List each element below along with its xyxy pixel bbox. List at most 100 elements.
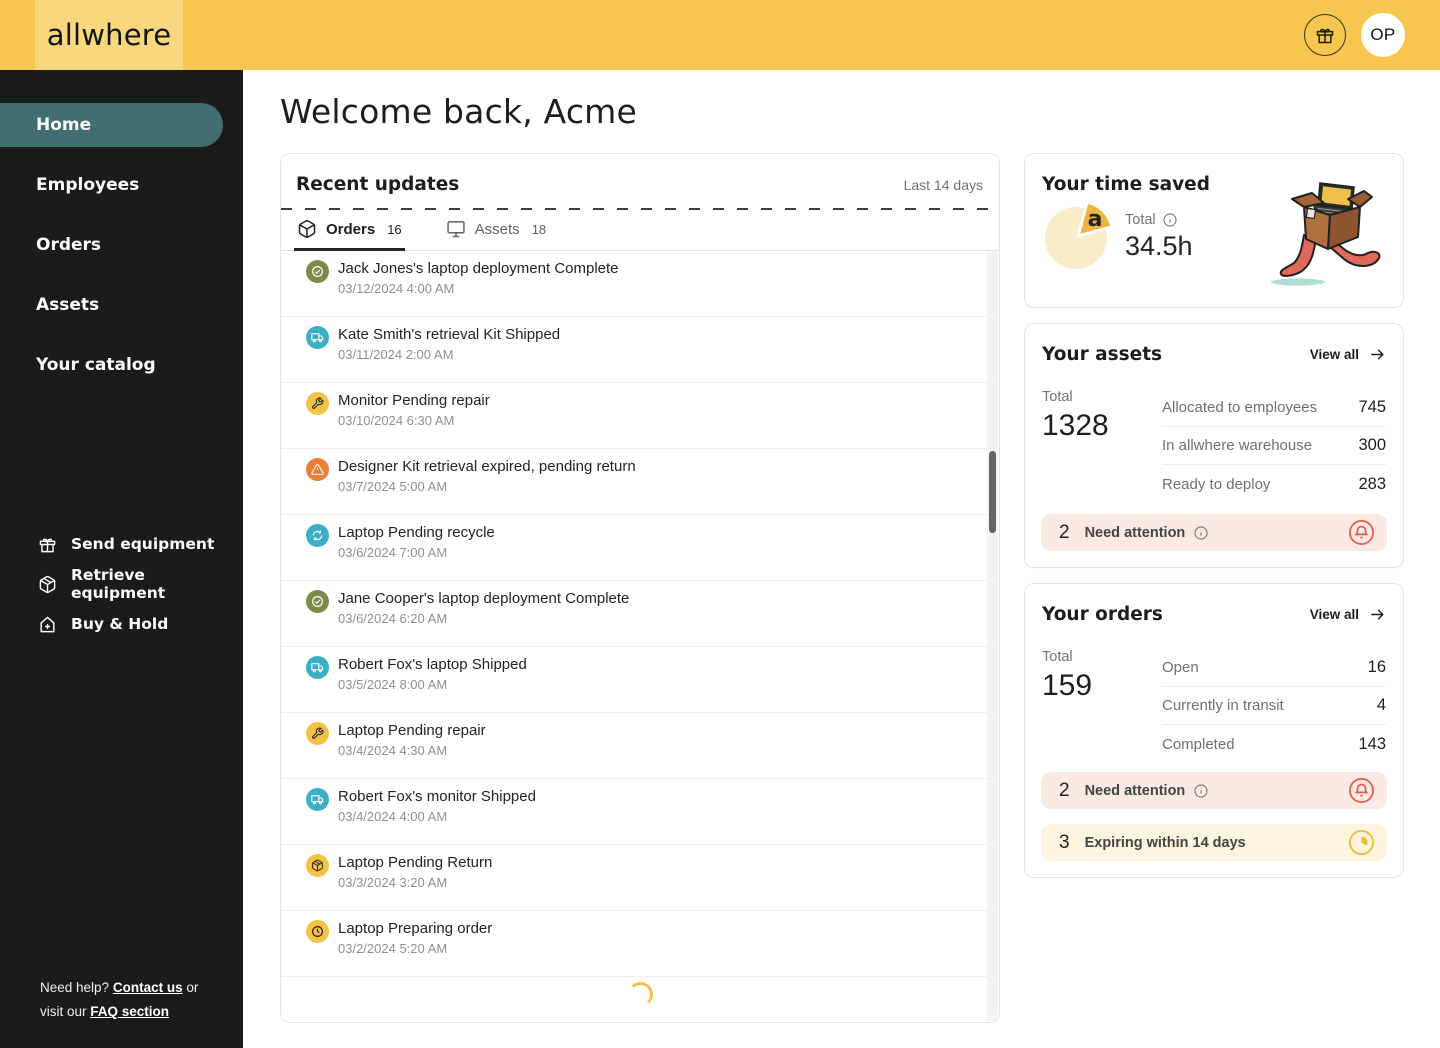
your-orders-card: Your orders View all Total 159 Open 16 C…: [1024, 583, 1404, 878]
check-circle-icon: [306, 590, 329, 613]
recycle-icon: [306, 524, 329, 547]
chevron-right-icon: [191, 238, 206, 253]
sidebar-item-label: Orders: [36, 235, 102, 255]
sidebar-action-send-equipment[interactable]: Send equipment: [0, 524, 243, 564]
action-label: Retrieve equipment: [71, 566, 166, 602]
sidebar-item-home[interactable]: Home: [0, 103, 223, 147]
update-title: Robert Fox's laptop Shipped: [338, 656, 527, 673]
update-list-item[interactable]: Robert Fox's laptop Shipped 03/5/2024 8:…: [281, 647, 999, 713]
sidebar-item-employees[interactable]: Employees: [0, 163, 243, 207]
cube-icon: [297, 219, 317, 239]
update-title: Laptop Pending repair: [338, 722, 486, 739]
alert-count: 2: [1059, 521, 1070, 543]
update-list-item[interactable]: Laptop Pending repair 03/4/2024 4:30 AM: [281, 713, 999, 779]
update-timestamp: 03/6/2024 6:20 AM: [338, 611, 448, 626]
updates-scrollbar-track[interactable]: [987, 251, 998, 1021]
update-timestamp: 03/4/2024 4:30 AM: [338, 743, 448, 758]
tab-assets[interactable]: Assets 18: [443, 208, 549, 250]
clock-icon: [306, 920, 329, 943]
stat-value: 4: [1376, 696, 1386, 714]
action-label: Buy & Hold: [71, 615, 169, 633]
sidebar-item-label: Your catalog: [36, 355, 156, 375]
update-timestamp: 03/3/2024 3:20 AM: [338, 875, 448, 890]
sidebar-item-your-catalog[interactable]: Your catalog: [0, 343, 243, 387]
contact-us-link[interactable]: Contact us: [113, 980, 183, 995]
stat-value: 745: [1358, 398, 1386, 416]
update-list-item[interactable]: Jack Jones's laptop deployment Complete …: [281, 251, 999, 317]
tab-count: 16: [387, 221, 402, 237]
stat-label: Completed: [1162, 735, 1235, 753]
package-icon: [306, 854, 329, 877]
monitor-icon: [446, 219, 466, 239]
updates-list: Jack Jones's laptop deployment Complete …: [281, 251, 999, 1022]
brand-logo[interactable]: allwhere: [35, 0, 183, 70]
recent-updates-title: Recent updates: [296, 174, 460, 195]
stat-label: Ready to deploy: [1162, 475, 1271, 493]
sidebar-item-label: Home: [36, 115, 92, 135]
total-label: Total: [1042, 649, 1073, 665]
card-title: Your orders: [1042, 604, 1163, 625]
update-list-item[interactable]: Kate Smith's retrieval Kit Shipped 03/11…: [281, 317, 999, 383]
page-title: Welcome back, Acme: [280, 92, 638, 131]
alert-label-text: Expiring within 14 days: [1084, 834, 1246, 851]
arrow-right-icon: [1369, 346, 1386, 363]
running-box-illustration: [1271, 182, 1381, 286]
info-icon[interactable]: [1162, 212, 1178, 228]
info-icon[interactable]: [1193, 525, 1209, 541]
home-plus-icon: [38, 615, 57, 634]
update-list-item[interactable]: Laptop Preparing order 03/2/2024 5:20 AM: [281, 911, 999, 977]
date-range-label: Last 14 days: [903, 176, 983, 193]
time-saved-title: Your time saved: [1042, 174, 1210, 195]
total-label: Total: [1042, 389, 1073, 405]
bell-icon: [1348, 519, 1375, 546]
stat-row: Currently in transit 4: [1162, 687, 1386, 725]
update-list-item[interactable]: Laptop Pending recycle 03/6/2024 7:00 AM: [281, 515, 999, 581]
updates-scrollbar-thumb[interactable]: [989, 451, 996, 533]
stat-row: Completed 143: [1162, 725, 1386, 763]
alert-pill-need-attention[interactable]: 2 Need attention: [1041, 514, 1387, 551]
alert-label-text: Need attention: [1084, 782, 1186, 799]
card-title: Your assets: [1042, 344, 1163, 365]
update-list-item[interactable]: Designer Kit retrieval expired, pending …: [281, 449, 999, 515]
view-all-label: View all: [1309, 347, 1359, 362]
view-all-link[interactable]: View all: [1310, 346, 1386, 363]
stat-row: Open 16: [1162, 649, 1386, 687]
sidebar-item-orders[interactable]: Orders: [0, 223, 243, 267]
sidebar-action-retrieve-equipment[interactable]: Retrieve equipment: [0, 564, 243, 604]
alert-pill-need-attention[interactable]: 2 Need attention: [1041, 772, 1387, 809]
view-all-label: View all: [1309, 607, 1359, 622]
alert-triangle-icon: [306, 458, 329, 481]
update-title: Jack Jones's laptop deployment Complete: [338, 260, 619, 277]
sidebar-item-assets[interactable]: Assets: [0, 283, 243, 327]
update-timestamp: 03/10/2024 6:30 AM: [338, 413, 455, 428]
info-icon[interactable]: [1193, 783, 1209, 799]
truck-icon: [306, 656, 329, 679]
avatar[interactable]: OP: [1361, 13, 1405, 57]
alert-count: 3: [1059, 831, 1070, 853]
package-icon: [38, 575, 57, 594]
wrench-icon: [306, 392, 329, 415]
tab-orders[interactable]: Orders 16: [294, 208, 405, 251]
time-saved-card: Your time saved a Total 34.5h: [1024, 153, 1404, 308]
updates-tab-bar: Orders 16 Assets 18: [281, 208, 999, 251]
update-title: Robert Fox's monitor Shipped: [338, 788, 536, 805]
faq-link[interactable]: FAQ section: [90, 1004, 169, 1019]
view-all-link[interactable]: View all: [1310, 606, 1386, 623]
sidebar-nav: Home Employees Orders Assets Your catalo…: [0, 70, 243, 387]
update-list-item[interactable]: Jane Cooper's laptop deployment Complete…: [281, 581, 999, 647]
help-prefix: Need help?: [40, 980, 110, 995]
update-list-item[interactable]: Robert Fox's monitor Shipped 03/4/2024 4…: [281, 779, 999, 845]
stats-table: Open 16 Currently in transit 4 Completed…: [1162, 649, 1386, 763]
alert-count: 2: [1059, 779, 1070, 801]
alert-pill-expiring-within-14-days[interactable]: 3 Expiring within 14 days: [1041, 824, 1387, 861]
bell-icon: [1348, 777, 1375, 804]
update-list-item[interactable]: Laptop Pending Return 03/3/2024 3:20 AM: [281, 845, 999, 911]
update-title: Kate Smith's retrieval Kit Shipped: [338, 326, 561, 343]
gift-icon: [38, 535, 57, 554]
tab-count: 18: [531, 221, 547, 237]
update-list-item[interactable]: Monitor Pending repair 03/10/2024 6:30 A…: [281, 383, 999, 449]
tab-label: Assets: [474, 220, 520, 238]
alert-label: Need attention: [1085, 783, 1210, 799]
rewards-button[interactable]: [1304, 14, 1346, 56]
sidebar-action-buy-hold[interactable]: Buy & Hold: [0, 604, 243, 644]
